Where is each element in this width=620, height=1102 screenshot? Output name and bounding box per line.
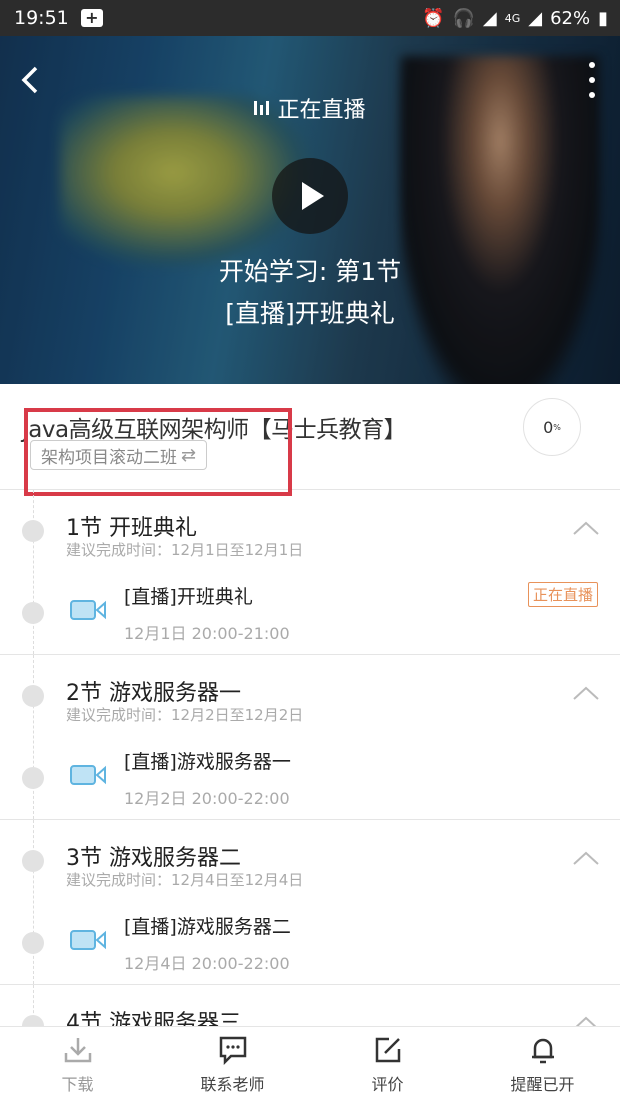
lesson-deadline: 建议完成时间：12月4日至12月4日 [66, 871, 304, 889]
reminder-button[interactable]: 提醒已开 [465, 1027, 620, 1102]
timeline-dot [22, 1015, 44, 1026]
video-time: 12月2日 20:00-22:00 [124, 789, 290, 808]
video-camera-icon [70, 763, 106, 787]
status-bar: 19:51 + ⏰ 🎧 ◢ 4G ◢ 62% ▮ [0, 0, 620, 36]
timeline-dot [22, 850, 44, 872]
review-label: 评价 [371, 1074, 404, 1094]
progress-unit: % [553, 422, 561, 432]
lesson-item[interactable]: 1节 开班典礼 建议完成时间：12月1日至12月1日 [直播]开班典礼 12月1… [0, 490, 620, 655]
headphones-icon: 🎧 [452, 7, 475, 29]
live-badge: 正在直播 [527, 582, 598, 607]
video-time: 12月4日 20:00-22:00 [124, 954, 290, 973]
play-button[interactable] [272, 158, 348, 234]
chevron-up-icon[interactable] [572, 520, 600, 536]
review-button[interactable]: 评价 [310, 1027, 465, 1102]
start-learning-text: 开始学习: 第1节 [218, 257, 402, 286]
bottom-nav: 下载 联系老师 评价 提醒已开 [0, 1026, 620, 1102]
reminder-label: 提醒已开 [510, 1074, 575, 1094]
timeline-line [33, 820, 34, 984]
battery-icon: ▮ [598, 7, 608, 29]
timeline-dot [22, 520, 44, 542]
timeline-dot [22, 685, 44, 707]
chevron-up-icon[interactable] [572, 1015, 600, 1026]
video-title[interactable]: [直播]游戏服务器二 [124, 912, 291, 939]
progress-circle: 0% [523, 398, 581, 456]
status-time: 19:51 [14, 7, 69, 29]
video-player[interactable]: 正在直播 开始学习: 第1节 [直播]开班典礼 [0, 36, 620, 384]
signal-icon: ◢ [482, 7, 497, 29]
timeline-line [33, 655, 34, 819]
contact-teacher-button[interactable]: 联系老师 [155, 1027, 310, 1102]
video-title[interactable]: [直播]开班典礼 [124, 582, 253, 609]
video-time: 12月1日 20:00-21:00 [124, 624, 290, 643]
download-icon [64, 1037, 91, 1062]
lesson-title: 4节 游戏服务器三 [66, 1011, 241, 1026]
highlight-box [24, 408, 292, 496]
timeline-dot [22, 932, 44, 954]
chevron-up-icon[interactable] [572, 850, 600, 866]
edit-icon [375, 1037, 400, 1062]
timeline-dot [22, 602, 44, 624]
live-bars-icon [254, 101, 270, 115]
lesson-title: 3节 游戏服务器二 [66, 846, 241, 871]
battery-percent: 62% [550, 7, 591, 29]
live-label: 正在直播 [277, 98, 366, 123]
download-button[interactable]: 下载 [0, 1027, 155, 1102]
start-lesson-title: [直播]开班典礼 [225, 299, 395, 328]
progress-value: 0 [543, 417, 554, 437]
lesson-deadline: 建议完成时间：12月1日至12月1日 [66, 541, 304, 559]
lesson-title: 2节 游戏服务器一 [66, 681, 241, 706]
video-camera-icon [70, 928, 106, 952]
chevron-up-icon[interactable] [572, 685, 600, 701]
network-4g-icon: 4G [504, 11, 521, 25]
video-title[interactable]: [直播]游戏服务器一 [124, 747, 291, 774]
download-label: 下载 [61, 1074, 94, 1094]
signal-icon-2: ◢ [528, 7, 543, 29]
lesson-list: 1节 开班典礼 建议完成时间：12月1日至12月1日 [直播]开班典礼 12月1… [0, 490, 620, 1026]
live-indicator: 正在直播 [0, 92, 620, 124]
course-header: Java高级互联网架构师【马士兵教育】 架构项目滚动二班 ⇄ 0% [0, 384, 620, 496]
contact-teacher-label: 联系老师 [200, 1074, 265, 1094]
lesson-item[interactable]: 3节 游戏服务器二 建议完成时间：12月4日至12月4日 [直播]游戏服务器二 … [0, 820, 620, 985]
timeline-line [33, 490, 34, 654]
lesson-title: 1节 开班典礼 [66, 516, 197, 541]
lesson-item[interactable]: 2节 游戏服务器一 建议完成时间：12月2日至12月2日 [直播]游戏服务器一 … [0, 655, 620, 820]
bell-icon [531, 1038, 554, 1063]
notification-icon: + [80, 9, 103, 27]
timeline-dot [22, 767, 44, 789]
lesson-item[interactable]: 4节 游戏服务器三 [0, 985, 620, 1026]
video-camera-icon [70, 598, 106, 622]
message-icon [219, 1036, 246, 1065]
alarm-icon: ⏰ [422, 7, 445, 29]
lesson-deadline: 建议完成时间：12月2日至12月2日 [66, 706, 304, 724]
play-icon [302, 182, 324, 210]
